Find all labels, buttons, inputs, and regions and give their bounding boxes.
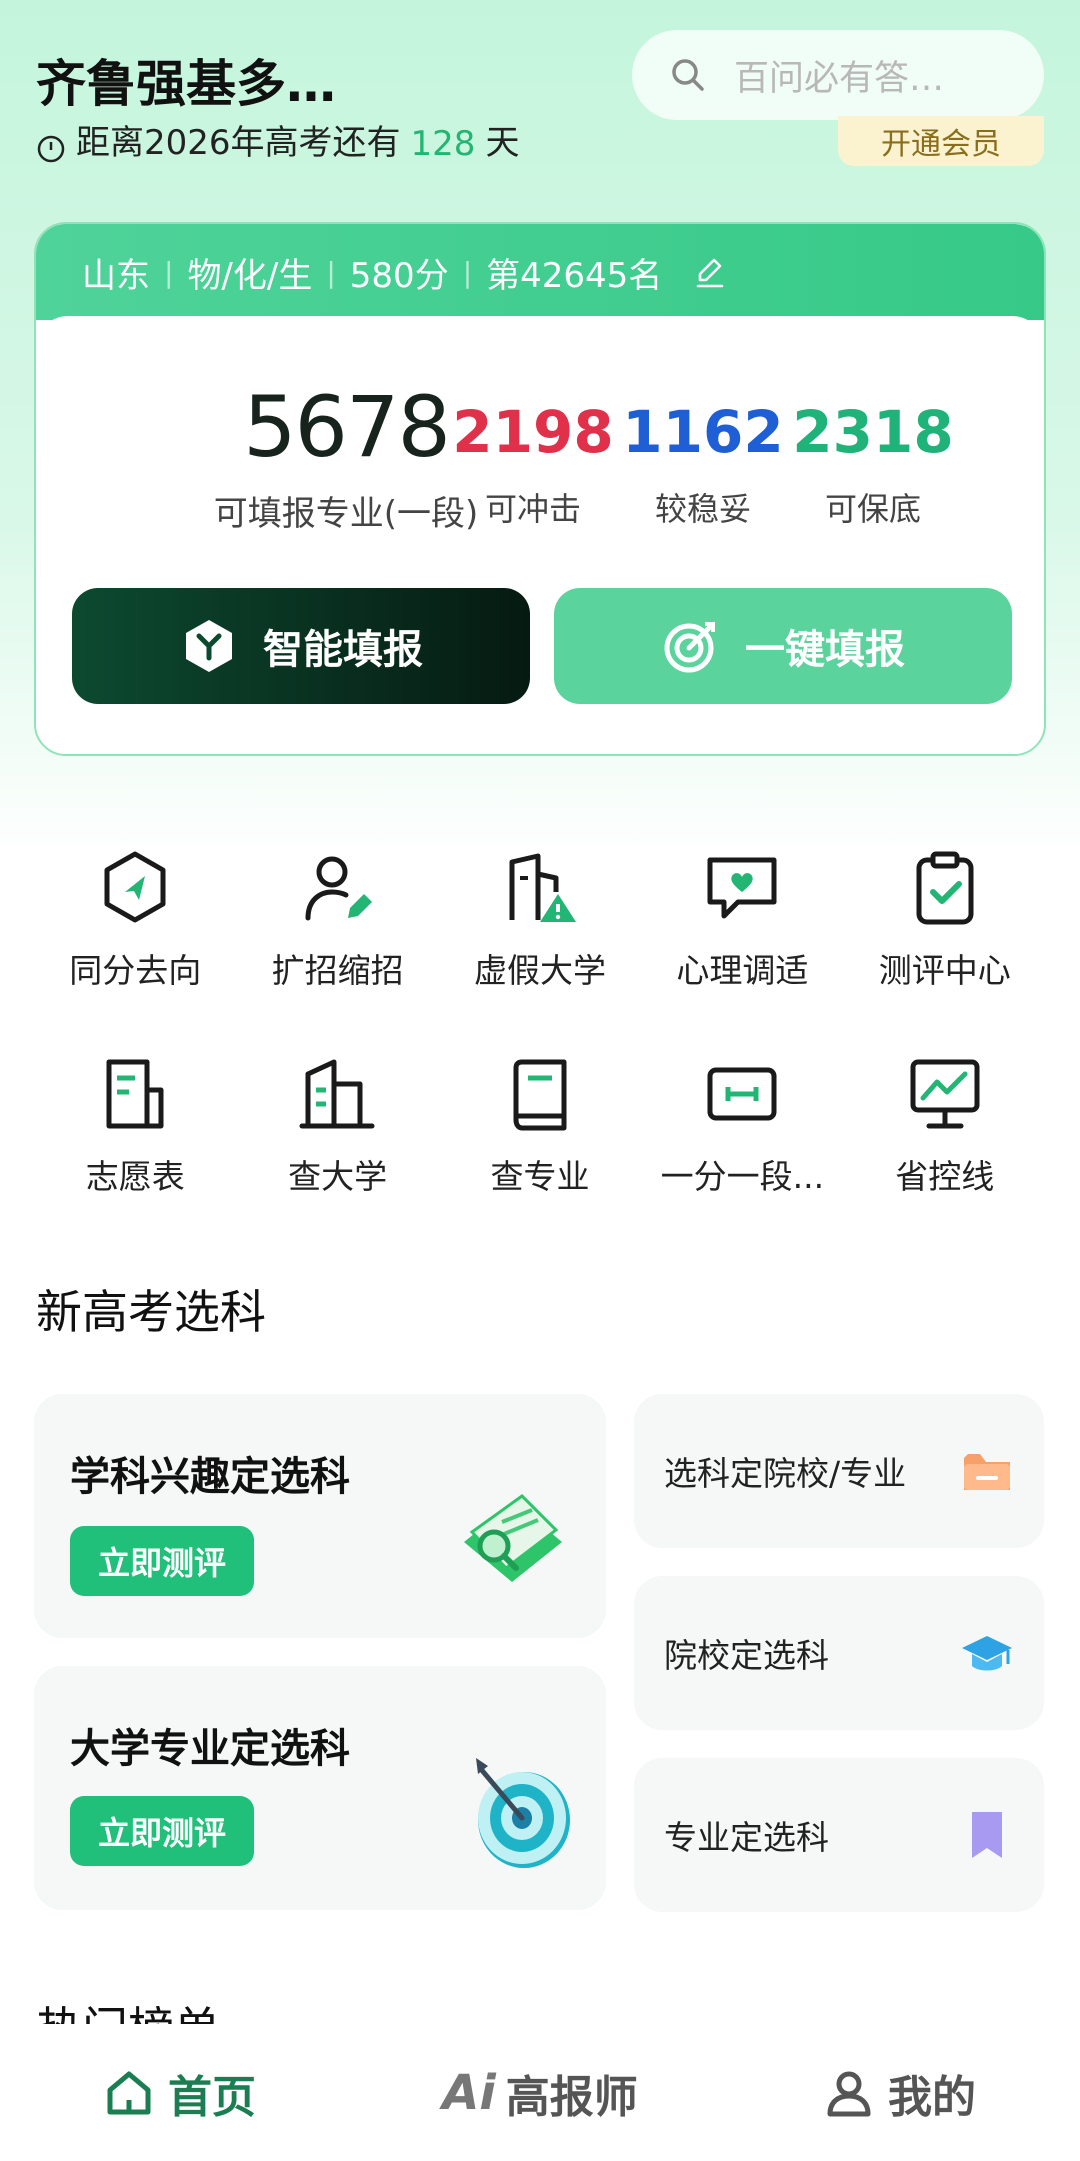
grid-item-enrollment-change[interactable]: 扩招缩招 [236,848,438,992]
nav-home[interactable]: 首页 [0,2061,360,2125]
stat-reach-value: 2198 [452,398,614,466]
clipboard-check-icon [916,851,974,925]
grid-label: 虚假大学 [473,951,606,990]
nav-ai-label: 高报师 [505,2071,638,2123]
grid-label: 查大学 [288,1157,388,1196]
document-search-icon [464,1494,562,1582]
grid-label: 扩招缩招 [271,951,404,990]
stat-stable-value: 1162 [622,398,784,466]
nav-mine-label: 我的 [888,2071,976,2123]
assess-now-button[interactable]: 立即测评 [70,1526,254,1596]
countdown-prefix: 距离2026年高考还有 [76,123,401,163]
user-icon [827,2071,871,2116]
book-icon [513,1059,567,1131]
search-placeholder: 百问必有答… [734,58,945,99]
countdown-suffix: 天 [485,123,520,163]
section-title: 新高考选科 [36,1285,266,1339]
assess-now-button[interactable]: 立即测评 [70,1796,254,1866]
monitor-chart-icon [910,1059,980,1129]
smart-apply-label: 智能填报 [263,627,423,673]
target-icon [664,622,715,673]
province: 山东 [82,255,150,296]
exam-rank: 第42645名 [486,255,663,296]
folder-icon [964,1454,1010,1490]
side-card-label: 院校定选科 [664,1636,829,1675]
major-subject-card[interactable]: 大学专业定选科 立即测评 [34,1666,606,1910]
grid-item-same-score[interactable]: 同分去向 [34,848,236,992]
side-card-major-subject[interactable]: 专业定选科 [634,1758,1044,1912]
separator: | [164,255,174,289]
clock-icon [37,135,65,163]
building-warning-icon [509,853,576,922]
grid-item-mental-care[interactable]: 心理调适 [641,848,843,992]
hexagon-navigation-icon [104,851,166,923]
open-member-label: 开通会员 [881,127,1001,162]
smart-apply-button[interactable]: 智能填报 [72,588,530,704]
grid-label: 省控线 [895,1157,995,1196]
subjects: 物/化/生 [187,255,313,296]
interest-subject-card[interactable]: 学科兴趣定选科 立即测评 [34,1394,606,1638]
ruler-icon [707,1067,777,1121]
grid-item-search-university[interactable]: 查大学 [236,1054,438,1198]
score-summary: 5678 可填报专业(一段) 2198 可冲击 1162 较稳妥 2318 可保… [36,316,1044,754]
grid-item-score-segment[interactable]: 一分一段... [641,1054,843,1198]
grid-label: 同分去向 [69,951,202,990]
stat-reach-label: 可冲击 [484,490,581,528]
ai-logo: Ai [442,2064,496,2121]
separator: | [462,255,473,289]
grid-label: 心理调适 [676,951,809,990]
grid-item-province-line[interactable]: 省控线 [844,1054,1046,1198]
bottom-nav: 首页 Ai 高报师 我的 [0,2024,1080,2161]
stat-stable-label: 较稳妥 [654,490,751,528]
nav-mine[interactable]: 我的 [720,2061,1080,2125]
search-icon [672,59,704,91]
card-title: 学科兴趣定选科 [70,1454,350,1500]
stat-safe-label: 可保底 [824,490,921,528]
grid-item-assessment-center[interactable]: 测评中心 [844,848,1046,992]
stat-safe-value: 2318 [792,398,954,466]
app-title[interactable]: 齐鲁强基多… [36,44,336,116]
one-click-apply-label: 一键填报 [745,627,905,673]
card-title: 大学专业定选科 [70,1726,350,1772]
nav-home-label: 首页 [168,2071,256,2123]
stat-safe[interactable]: 2318 可保底 [788,398,958,530]
exam-score: 580分 [349,255,449,296]
grid-item-application-form[interactable]: 志愿表 [34,1054,236,1198]
home-icon [107,2071,151,2114]
document-icon [106,1059,164,1129]
dartboard-icon [476,1758,570,1868]
side-card-label: 专业定选科 [664,1818,829,1857]
edit-icon[interactable] [692,254,728,290]
user-edit-icon [305,856,372,921]
grid-label: 一分一段... [660,1157,825,1196]
side-card-school-major[interactable]: 选科定院校/专业 [634,1394,1044,1548]
bookmark-icon [972,1812,1002,1858]
cube-y-icon [186,620,232,672]
countdown-days: 128 [410,124,476,164]
nav-ai-advisor[interactable]: Ai 高报师 [360,2061,720,2125]
search-input[interactable]: 百问必有答… [632,30,1044,120]
stat-reach[interactable]: 2198 可冲击 [448,398,618,530]
graduation-cap-icon [962,1636,1012,1671]
grid-label: 测评中心 [878,951,1011,990]
stat-stable[interactable]: 1162 较稳妥 [618,398,788,530]
side-card-label: 选科定院校/专业 [664,1454,907,1493]
score-card: 山东 | 物/化/生 | 580分 | 第42645名 5678 可填报专业(一… [34,222,1046,756]
exam-countdown: 距离2026年高考还有 128 天 [36,118,519,164]
grid-label: 志愿表 [85,1157,185,1196]
separator: | [326,255,336,289]
one-click-apply-button[interactable]: 一键填报 [554,588,1012,704]
grid-label: 查专业 [490,1157,590,1196]
side-card-school-subject[interactable]: 院校定选科 [634,1576,1044,1730]
feature-grid: 同分去向 扩招缩招 虚假大学 心理调适 测评中心 志愿表 查大学 查专业 一分一… [34,848,1046,1198]
grid-item-search-major[interactable]: 查专业 [439,1054,641,1198]
buildings-icon [299,1059,375,1129]
open-member-button[interactable]: 开通会员 [838,116,1044,166]
grid-item-fake-university[interactable]: 虚假大学 [439,848,641,992]
score-info-bar[interactable]: 山东 | 物/化/生 | 580分 | 第42645名 [36,224,1044,320]
chat-heart-icon [707,857,777,919]
